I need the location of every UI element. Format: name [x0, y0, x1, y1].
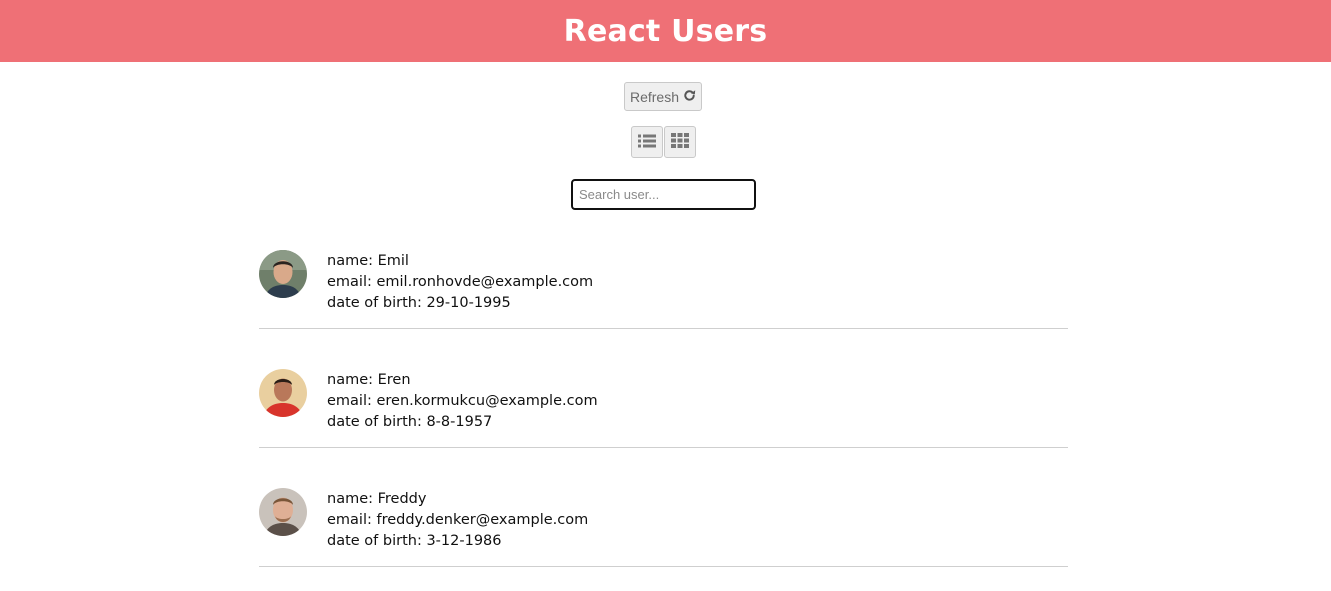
refresh-button-label: Refresh	[629, 88, 680, 105]
user-email: email: eren.kormukcu@example.com	[327, 393, 598, 409]
avatar	[259, 250, 307, 298]
user-list: name: Emil email: emil.ronhovde@example.…	[259, 234, 1068, 591]
user-email: email: freddy.denker@example.com	[327, 512, 589, 528]
refresh-button[interactable]: Refresh	[624, 82, 702, 111]
user-email: email: emil.ronhovde@example.com	[327, 274, 594, 290]
user-name: name: Eren	[327, 372, 411, 388]
user-dob: date of birth: 8-8-1957	[327, 414, 493, 430]
grid-view-icon	[671, 133, 689, 151]
user-dob: date of birth: 3-12-1986	[327, 533, 502, 549]
list-item: name: Emil email: emil.ronhovde@example.…	[259, 234, 1068, 329]
list-view-button[interactable]	[631, 126, 663, 158]
avatar	[259, 369, 307, 417]
avatar	[259, 488, 307, 536]
app-header: React Users	[0, 0, 1331, 62]
search-input[interactable]	[571, 179, 756, 210]
user-name: name: Freddy	[327, 491, 427, 507]
grid-view-button[interactable]	[664, 126, 696, 158]
list-item: name: Freddy email: freddy.denker@exampl…	[259, 472, 1068, 567]
user-info: name: Emil email: emil.ronhovde@example.…	[327, 251, 593, 314]
user-dob: date of birth: 29-10-1995	[327, 295, 511, 311]
list-item: name: Eren email: eren.kormukcu@example.…	[259, 353, 1068, 448]
list-view-icon	[638, 134, 656, 151]
page-title: React Users	[563, 13, 768, 49]
user-info: name: Freddy email: freddy.denker@exampl…	[327, 489, 588, 552]
refresh-icon	[683, 89, 696, 105]
user-info: name: Eren email: eren.kormukcu@example.…	[327, 370, 598, 433]
user-name: name: Emil	[327, 253, 409, 269]
